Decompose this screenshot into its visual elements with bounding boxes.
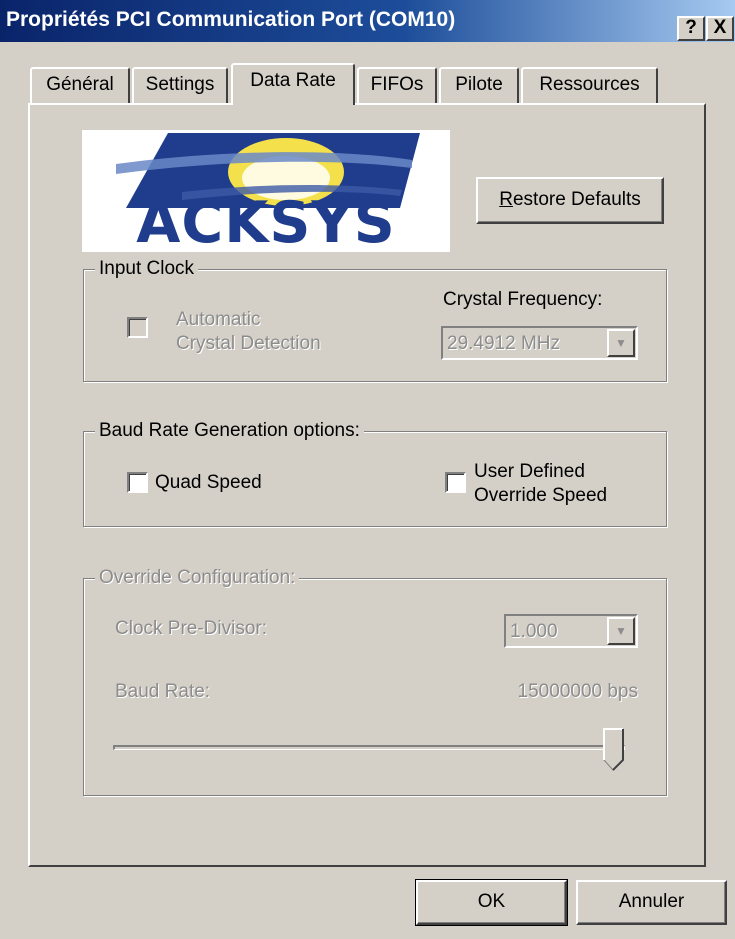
quad-speed-label[interactable]: Quad Speed: [155, 471, 262, 495]
restore-defaults-label: estore Defaults: [512, 189, 641, 210]
logo-text: ACKSYS: [136, 190, 396, 252]
tab-data-rate[interactable]: Data Rate: [231, 63, 355, 105]
baud-options-title: Baud Rate Generation options:: [95, 420, 364, 442]
ok-button[interactable]: OK: [415, 879, 568, 926]
crystal-frequency-label: Crystal Frequency:: [443, 289, 603, 310]
automatic-detection-label-1: Automatic: [176, 309, 261, 330]
user-defined-label-1[interactable]: User Defined: [474, 460, 585, 484]
window-title: Propriétés PCI Communication Port (COM10…: [6, 8, 456, 31]
chevron-down-icon[interactable]: ▼: [607, 617, 635, 645]
crystal-frequency-select[interactable]: 29.4912 MHz ▼: [441, 326, 638, 360]
crystal-frequency-value: 29.4912 MHz: [447, 333, 561, 354]
input-clock-title: Input Clock: [95, 258, 199, 280]
chevron-down-icon[interactable]: ▼: [607, 329, 635, 357]
clock-prediv-label: Clock Pre-Divisor:: [115, 618, 268, 639]
baud-rate-slider-thumb[interactable]: [603, 728, 625, 772]
baud-rate-label: Baud Rate:: [115, 681, 211, 702]
quad-speed-checkbox[interactable]: [127, 472, 148, 493]
baud-rate-slider-track[interactable]: [113, 745, 625, 750]
title-bar[interactable]: Propriétés PCI Communication Port (COM10…: [0, 0, 735, 42]
clock-prediv-select[interactable]: 1.000 ▼: [504, 614, 638, 648]
tab-ressources[interactable]: Ressources: [521, 67, 658, 103]
properties-dialog: Propriétés PCI Communication Port (COM10…: [0, 0, 735, 939]
tab-pilote[interactable]: Pilote: [439, 67, 519, 103]
tab-fifos[interactable]: FIFOs: [357, 67, 437, 103]
user-defined-label-2[interactable]: Override Speed: [474, 484, 607, 508]
clock-prediv-value: 1.000: [510, 621, 558, 642]
user-defined-override-checkbox[interactable]: [445, 472, 466, 493]
close-button[interactable]: X: [706, 16, 734, 41]
cancel-button[interactable]: Annuler: [576, 880, 727, 925]
override-config-title: Override Configuration:: [95, 567, 300, 589]
baud-rate-value: 15000000 bps: [517, 681, 638, 702]
automatic-detection-label-2: Crystal Detection: [176, 333, 321, 354]
help-button[interactable]: ?: [677, 16, 705, 41]
tab-settings[interactable]: Settings: [132, 67, 228, 103]
acksys-logo: ACKSYS: [82, 130, 450, 252]
automatic-detection-checkbox[interactable]: [127, 317, 148, 338]
restore-defaults-button[interactable]: Restore Defaults: [476, 177, 664, 224]
restore-defaults-mnemonic: R: [499, 189, 513, 210]
tab-general[interactable]: Général: [30, 67, 130, 103]
